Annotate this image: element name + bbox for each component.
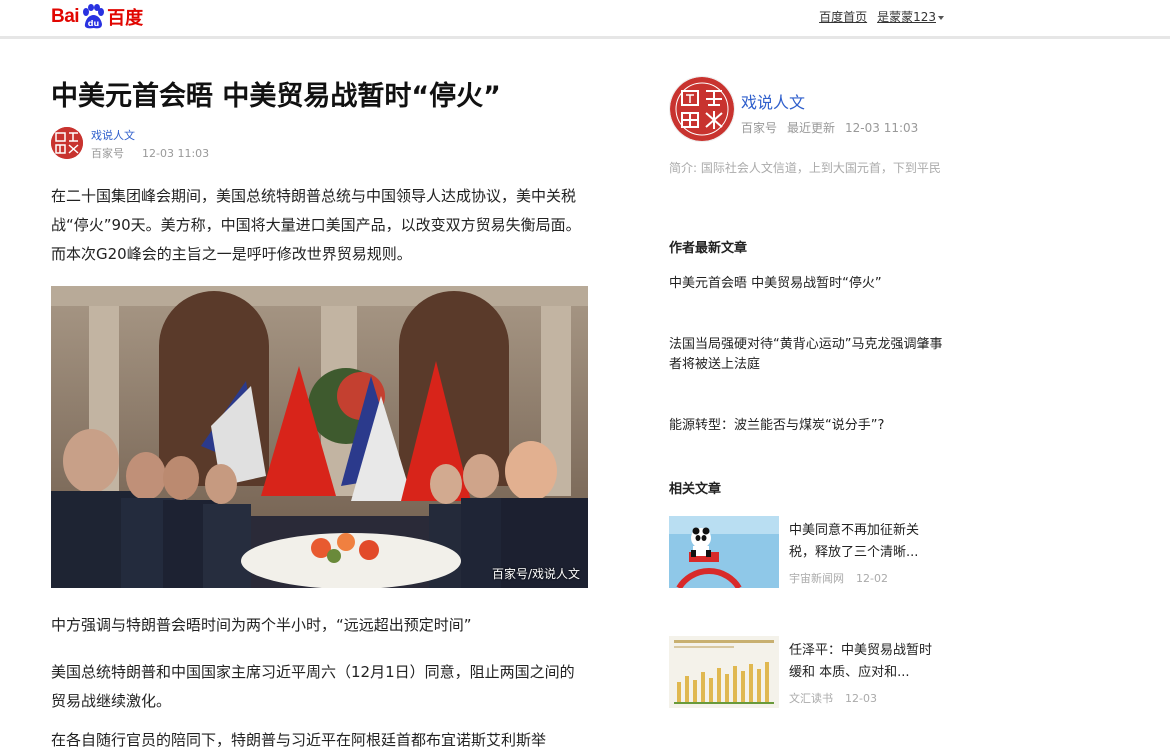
related-article-title: 中美同意不再加征新关税，释放了三个清晰... — [789, 523, 920, 560]
article-photo: 百家号/戏说人文 — [51, 286, 588, 588]
related-source: 宇宙新闻网 — [789, 572, 844, 585]
article-time: 12-03 11:03 — [142, 147, 210, 160]
related-article-card[interactable]: 中美同意不再加征新关税，释放了三个清晰... 宇宙新闻网 12-02 — [669, 516, 949, 592]
logo-text-bai: Bai — [51, 6, 80, 27]
svg-text:du: du — [88, 19, 100, 28]
top-bar: Bai du 百度 百度首页 是蒙蒙123 — [0, 0, 1170, 39]
article-title: 中美元首会晤 中美贸易战暂时“停火” — [51, 81, 501, 112]
article-paragraph: 中方强调与特朗普会晤时间为两个半小时，“远远超出预定时间” — [51, 616, 472, 634]
meeting-photo-image — [51, 286, 588, 588]
latest-articles-heading: 作者最新文章 — [669, 241, 748, 256]
related-articles-heading: 相关文章 — [669, 482, 722, 497]
paw-icon: du — [83, 4, 105, 29]
related-article-title: 任泽平：中美贸易战暂时缓和 本质、应对和... — [789, 643, 933, 680]
chevron-down-icon — [938, 15, 944, 20]
related-date: 12-03 — [845, 692, 877, 705]
related-thumbnail — [669, 516, 779, 588]
article-paragraph: 在各自随行官员的陪同下，特朗普与习近平在阿根廷首都布宜诺斯艾利斯举 — [51, 731, 547, 749]
article-meta: 百家号 12-03 11:03 — [91, 145, 227, 161]
latest-article-link[interactable]: 法国当局强硬对待“黄背心运动”马克龙强调肇事者将被送上法庭 — [669, 335, 949, 375]
chart-thumbnail-image — [669, 636, 779, 708]
sidebar-author-meta: 百家号 最近更新 12-03 11:03 — [741, 119, 928, 136]
related-article-card[interactable]: 任泽平：中美贸易战暂时缓和 本质、应对和... 文汇读书 12-03 — [669, 636, 949, 712]
panda-thumbnail-image — [669, 516, 779, 588]
article-source: 百家号 — [91, 147, 124, 160]
sidebar-author-name[interactable]: 戏说人文 — [741, 89, 805, 113]
sidebar-time: 12-03 11:03 — [845, 121, 919, 135]
related-source: 文汇读书 — [789, 692, 833, 705]
baidu-home-link[interactable]: 百度首页 — [819, 8, 867, 25]
related-article-meta: 宇宙新闻网 12-02 — [789, 570, 900, 586]
latest-article-link[interactable]: 能源转型：波兰能否与煤炭“说分手”? — [669, 416, 949, 436]
article-paragraph: 在二十国集团峰会期间，美国总统特朗普总统与中国领导人达成协议，美中关税战“停火”… — [51, 187, 581, 263]
username: 是蒙蒙123 — [877, 10, 936, 24]
logo-text-du: 百度 — [107, 8, 144, 28]
author-name[interactable]: 戏说人文 — [91, 127, 135, 143]
sidebar-latest-label: 最近更新 — [787, 121, 836, 135]
related-article-meta: 文汇读书 12-03 — [789, 690, 889, 706]
seal-icon — [51, 127, 83, 159]
related-date: 12-02 — [856, 572, 888, 585]
baidu-logo[interactable]: Bai du 百度 — [51, 3, 143, 31]
sidebar-author-avatar[interactable] — [669, 76, 735, 142]
sidebar-source: 百家号 — [741, 121, 778, 135]
related-thumbnail — [669, 636, 779, 708]
latest-article-link[interactable]: 中美元首会晤 中美贸易战暂时“停火” — [669, 274, 949, 294]
seal-icon — [670, 77, 734, 141]
article-paragraph: 美国总统特朗普和中国国家主席习近平周六（12月1日）同意，阻止两国之间的贸易战继… — [51, 663, 575, 710]
photo-caption: 百家号/戏说人文 — [491, 567, 580, 581]
user-menu[interactable]: 是蒙蒙123 — [877, 8, 944, 25]
top-nav: 百度首页 是蒙蒙123 — [819, 8, 944, 25]
author-avatar[interactable] — [51, 127, 83, 159]
author-bio: 简介: 国际社会人文信道，上到大国元首，下到平民 — [669, 161, 941, 175]
